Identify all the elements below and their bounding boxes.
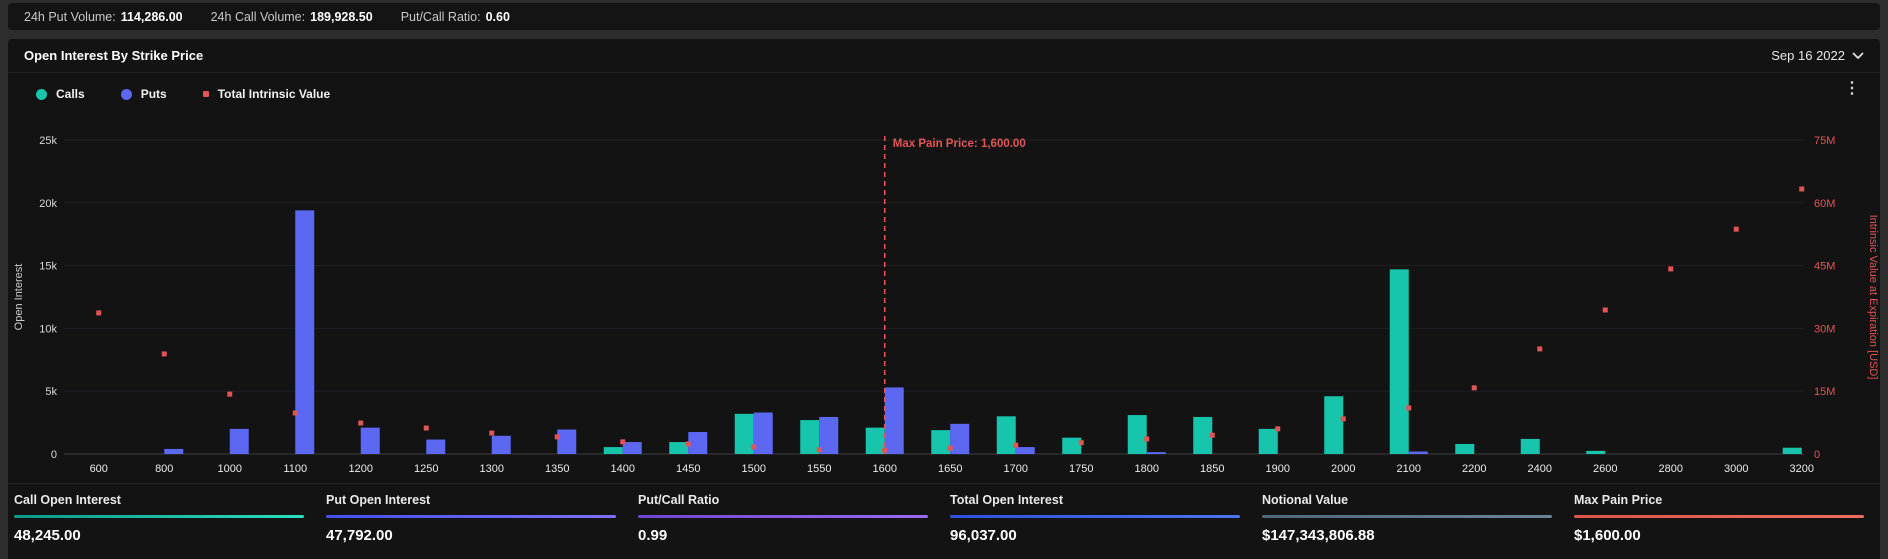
stat-underline [1262,515,1552,518]
x-axis-tick: 2200 [1462,463,1486,475]
right-axis-tick: 15M [1814,386,1835,398]
legend-item-calls[interactable]: Calls [36,87,85,101]
stat-value: $1,600.00 [1574,527,1864,544]
stat-max-pain-price: Max Pain Price $1,600.00 [1568,484,1880,544]
stats-row: Call Open Interest 48,245.00 Put Open Inte… [8,483,1880,544]
x-axis-tick: 1200 [349,463,373,475]
legend-label: Calls [56,87,85,101]
x-axis-tick: 3200 [1790,463,1814,475]
x-axis-tick: 2800 [1659,463,1683,475]
x-axis-tick: 1600 [873,463,897,475]
stat-value: $147,343,806.88 [1262,527,1552,544]
x-axis-tick: 1400 [611,463,635,475]
right-axis-title: Intrinsic Value at Expiration [USD] [1867,215,1879,380]
x-axis-tick: 1750 [1069,463,1093,475]
stat-underline [638,515,928,518]
x-axis-tick: 2000 [1331,463,1355,475]
stat-notional-value: Notional Value $147,343,806.88 [1256,484,1568,544]
stat-underline [326,515,616,518]
x-axis-tick: 1100 [283,463,307,475]
x-axis-tick: 1550 [807,463,831,475]
stat-underline [14,515,304,518]
left-axis-tick: 25k [39,135,57,147]
right-axis-tick: 60M [1814,198,1835,210]
left-axis-tick: 0 [51,449,57,461]
x-axis-tick: 1350 [545,463,569,475]
legend-label: Total Intrinsic Value [218,87,330,101]
x-axis-tick: 3000 [1724,463,1748,475]
chevron-down-icon [1852,52,1864,60]
x-axis-tick: 1700 [1004,463,1028,475]
x-axis-tick: 1800 [1135,463,1159,475]
oi-chart: 0 5k 10k 15k 20k 25k 0 15M 30M 45M 60M 75M Open Inte… [8,105,1880,483]
oi-chart-svg: 0 5k 10k 15k 20k 25k 0 15M 30M 45M 60M 75M Open Inte… [8,105,1880,483]
x-axis-tick: 800 [155,463,173,475]
stat-call-open-interest: Call Open Interest 48,245.00 [8,484,320,544]
x-axis-tick: 2600 [1593,463,1617,475]
stat-label: Put/Call Ratio [638,493,928,507]
legend-label: Puts [141,87,167,101]
volume-stat-label: Put/Call Ratio: [401,10,481,24]
volume-stat-label: 24h Call Volume: [211,10,306,24]
volume-stat-value: 114,286.00 [121,10,183,24]
legend-item-puts[interactable]: Puts [121,87,167,101]
right-axis-tick: 0 [1814,449,1820,461]
calls-legend-marker-icon [36,89,47,100]
stat-underline [1574,515,1864,518]
volume-stat-24h-put-volume-: 24h Put Volume: 114,286.00 [24,10,183,24]
x-axis-tick: 600 [90,463,108,475]
stat-value: 96,037.00 [950,527,1240,544]
open-interest-panel: Open Interest By Strike Price Sep 16 202… [8,39,1880,559]
stat-total-open-interest: Total Open Interest 96,037.00 [944,484,1256,544]
panel-header: Open Interest By Strike Price Sep 16 202… [8,39,1880,73]
stat-label: Put Open Interest [326,493,616,507]
x-axis-tick: 1500 [742,463,766,475]
x-axis-tick: 1450 [676,463,700,475]
volume-stat-put-call-ratio-: Put/Call Ratio: 0.60 [401,10,510,24]
left-axis-tick: 20k [39,198,57,210]
stat-label: Max Pain Price [1574,493,1864,507]
volume-stat-label: 24h Put Volume: [24,10,116,24]
stat-value: 47,792.00 [326,527,616,544]
volume-summary-bar: 24h Put Volume: 114,286.00 24h Call Volume… [8,3,1880,30]
stat-label: Notional Value [1262,493,1552,507]
right-axis-tick: 45M [1814,261,1835,273]
volume-stat-value: 0.60 [486,10,510,24]
page-title: Open Interest By Strike Price [24,48,203,63]
chart-legend: Calls Puts Total Intrinsic Value ⋮ [8,73,1880,105]
x-axis-tick: 2100 [1397,463,1421,475]
x-axis-tick: 2400 [1528,463,1552,475]
stat-label: Call Open Interest [14,493,304,507]
right-axis-tick: 75M [1814,135,1835,147]
legend-item-total-intrinsic-value[interactable]: Total Intrinsic Value [203,87,330,101]
volume-stat-value: 189,928.50 [310,10,373,24]
total-intrinsic-value-legend-marker-icon [203,91,209,97]
x-axis-tick: 1900 [1266,463,1290,475]
left-axis-tick: 5k [45,386,57,398]
left-axis-tick: 15k [39,261,57,273]
chart-menu-icon[interactable]: ⋮ [1838,79,1866,99]
stat-underline [950,515,1240,518]
right-axis-tick: 30M [1814,323,1835,335]
left-axis-tick: 10k [39,323,57,335]
stat-label: Total Open Interest [950,493,1240,507]
left-axis-title: Open Interest [13,264,25,331]
x-axis-tick: 1250 [414,463,438,475]
expiry-date-label: Sep 16 2022 [1771,48,1845,63]
stat-value: 48,245.00 [14,527,304,544]
stat-put-call-ratio: Put/Call Ratio 0.99 [632,484,944,544]
x-axis-tick: 1300 [480,463,504,475]
x-axis-tick: 1850 [1200,463,1224,475]
stat-value: 0.99 [638,527,928,544]
x-axis-tick: 1650 [938,463,962,475]
expiry-date-selector[interactable]: Sep 16 2022 [1771,48,1864,63]
chart-plot-area[interactable] [66,140,1804,454]
volume-stat-24h-call-volume-: 24h Call Volume: 189,928.50 [211,10,373,24]
x-axis-tick: 1000 [218,463,242,475]
stat-put-open-interest: Put Open Interest 47,792.00 [320,484,632,544]
puts-legend-marker-icon [121,89,132,100]
